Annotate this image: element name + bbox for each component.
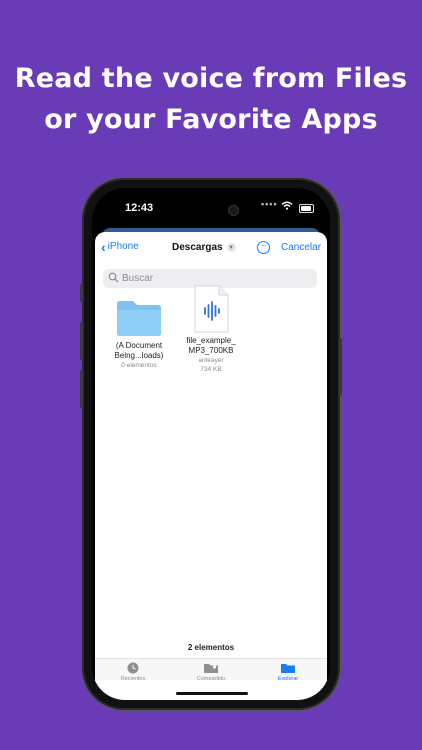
volume-down-button: [80, 370, 83, 408]
cancel-button[interactable]: Cancelar: [281, 242, 321, 253]
audio-file-icon: [194, 285, 229, 333]
camera-icon: [228, 205, 239, 216]
file-name-line-1: file_example_: [186, 336, 236, 345]
clock-icon: [127, 662, 139, 674]
folder-icon: [117, 301, 161, 336]
home-indicator[interactable]: [176, 692, 248, 695]
item-count: 2 elementos: [187, 643, 235, 652]
folder-icon: [281, 664, 295, 673]
status-bar: 12:43 ••••: [92, 188, 330, 230]
chevron-down-icon: ▼: [226, 243, 236, 252]
search-placeholder: Buscar: [122, 273, 154, 284]
tab-compartido[interactable]: Compartido: [181, 659, 241, 682]
files-picker-sheet: ‹ iPhone Descargas ▼ ··· Cancelar Buscar: [95, 232, 327, 682]
wifi-icon: [281, 201, 293, 210]
file-date: anteayer: [198, 357, 224, 364]
phone-frame: 12:43 •••• ‹ iPhone Descargas ▼ ··· Canc…: [80, 180, 342, 708]
power-button: [339, 338, 342, 396]
headline-line-1: Read the voice from Files: [14, 63, 408, 94]
back-button[interactable]: ‹ iPhone: [101, 238, 139, 255]
dynamic-island: [170, 199, 254, 221]
folder-title-label: Descargas: [172, 242, 223, 253]
file-size: 734 KB: [200, 366, 222, 373]
file-name-line-2: MP3_700KB: [188, 346, 234, 355]
phone-screen: 12:43 •••• ‹ iPhone Descargas ▼ ··· Canc…: [92, 188, 330, 700]
chevron-left-icon: ‹: [101, 238, 106, 255]
side-switch: [80, 284, 83, 302]
folder-title[interactable]: Descargas ▼: [172, 242, 236, 253]
headline-line-2: or your Favorite Apps: [44, 104, 378, 135]
tab-recientes[interactable]: Recientes: [103, 659, 163, 682]
volume-up-button: [80, 322, 83, 360]
back-button-label: iPhone: [107, 241, 139, 252]
shared-folder-icon: [204, 664, 218, 673]
tab-bar: Recientes Compartido Explorar: [95, 658, 327, 682]
battery-icon: [299, 204, 314, 213]
tab-explorar[interactable]: Explorar: [258, 659, 318, 682]
signal-icon: ••••: [261, 199, 278, 209]
home-indicator-area: [95, 680, 327, 700]
more-options-icon[interactable]: ···: [257, 241, 270, 254]
status-time: 12:43: [125, 202, 154, 214]
navigation-bar: ‹ iPhone Descargas ▼ ··· Cancelar: [95, 232, 327, 268]
headline: Read the voice from Files or your Favori…: [0, 58, 422, 140]
search-icon: [108, 272, 119, 283]
file-item-audio[interactable]: file_example_ MP3_700KB anteayer 734 KB: [169, 284, 253, 374]
